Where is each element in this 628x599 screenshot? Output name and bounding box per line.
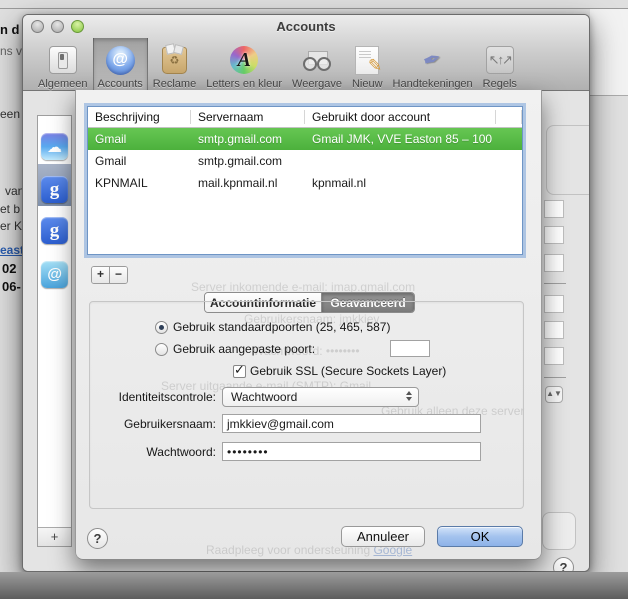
desktop-link-fragment[interactable]: east bbox=[0, 243, 24, 257]
auth-popup-value: Wachtwoord bbox=[231, 390, 298, 404]
custom-port-input[interactable] bbox=[390, 340, 430, 357]
column-header-gebruikt-door[interactable]: Gebruikt door account bbox=[305, 110, 496, 124]
sheet-help-button[interactable]: ? bbox=[87, 528, 108, 549]
desktop-text-fragment: ns v bbox=[0, 44, 23, 58]
toolbar-label: Weergave bbox=[292, 78, 342, 90]
background-field-fragment bbox=[544, 295, 564, 313]
table-header: Beschrijving Servernaam Gebruikt door ac… bbox=[88, 107, 522, 128]
background-groupbox-fragment bbox=[546, 125, 589, 195]
email-account-icon[interactable]: @ bbox=[41, 261, 68, 288]
accounts-sidebar: ☁ g g @ + bbox=[37, 115, 72, 547]
cell-beschrijving: Gmail bbox=[95, 154, 127, 168]
google-account-icon[interactable]: g bbox=[41, 217, 68, 244]
fonts-colors-icon: A bbox=[230, 44, 259, 76]
default-ports-label: Gebruik standaardpoorten (25, 465, 587) bbox=[173, 320, 391, 334]
desktop-text-fragment: 06- bbox=[2, 279, 21, 294]
switch-icon bbox=[48, 44, 77, 76]
password-label: Wachtwoord: bbox=[146, 445, 216, 459]
titlebar: Accounts Algemeen @ Accounts ♻ Reclame A… bbox=[23, 15, 589, 91]
add-account-button[interactable]: + bbox=[38, 527, 71, 546]
column-header-servernaam[interactable]: Servernaam bbox=[191, 110, 305, 124]
glasses-icon bbox=[302, 44, 332, 76]
tab-nieuw[interactable]: ✎ Nieuw bbox=[347, 38, 388, 91]
desktop-text-fragment: er K bbox=[0, 219, 23, 233]
desktop-bottom-strip bbox=[0, 572, 628, 599]
desktop-divider bbox=[0, 8, 628, 9]
password-input[interactable]: •••••••• bbox=[222, 442, 481, 461]
toolbar-label: Nieuw bbox=[351, 78, 383, 90]
desktop-text-fragment: n d bbox=[0, 22, 20, 37]
cancel-button[interactable]: Annuleer bbox=[341, 526, 425, 547]
window-title: Accounts bbox=[276, 19, 336, 34]
cell-servernaam: smtp.gmail.com bbox=[198, 132, 283, 146]
toolbar-label: Reclame bbox=[152, 78, 197, 90]
background-divider-fragment bbox=[544, 377, 566, 378]
at-sphere-icon: @ bbox=[105, 44, 135, 76]
background-field-fragment bbox=[544, 226, 564, 244]
table-row[interactable]: Gmail smtp.gmail.com Gmail JMK, VVE East… bbox=[88, 128, 522, 150]
desktop-text-fragment: een bbox=[0, 107, 21, 121]
custom-port-label: Gebruik aangepaste poort: bbox=[173, 342, 316, 356]
icloud-account-icon[interactable]: ☁ bbox=[41, 133, 68, 160]
background-field-fragment bbox=[544, 347, 564, 365]
ssl-checkbox[interactable] bbox=[233, 362, 246, 378]
cell-gebruikt-door: Gmail JMK, VVE Easton 85 – 100 bbox=[312, 132, 493, 146]
signature-pen-icon: ✒ bbox=[419, 44, 446, 75]
preferences-toolbar: Algemeen @ Accounts ♻ Reclame A Letters … bbox=[33, 38, 585, 91]
background-field-fragment bbox=[544, 254, 564, 272]
default-ports-radio[interactable] bbox=[155, 321, 168, 334]
screen: n d ns v een van et b er K east 02 06- A… bbox=[0, 0, 628, 599]
rules-arrows-icon: ↖↑↗ bbox=[485, 44, 514, 76]
cell-beschrijving: Gmail bbox=[95, 132, 127, 146]
google-account-icon[interactable]: g bbox=[41, 176, 68, 203]
tab-regels[interactable]: ↖↑↗ Regels bbox=[478, 38, 522, 91]
table-row[interactable]: Gmail smtp.gmail.com bbox=[88, 150, 522, 172]
background-window-body bbox=[590, 96, 628, 572]
background-inset-fragment bbox=[542, 512, 576, 550]
background-field-fragment bbox=[544, 321, 564, 339]
tab-accounts[interactable]: @ Accounts bbox=[92, 38, 148, 91]
tab-weergave[interactable]: Weergave bbox=[287, 38, 347, 91]
background-field-fragment bbox=[544, 200, 564, 218]
tab-handtekeningen[interactable]: ✒ Handtekeningen bbox=[388, 38, 478, 91]
background-divider-fragment bbox=[544, 283, 566, 284]
auth-popup-button[interactable]: Wachtwoord bbox=[222, 387, 419, 407]
ok-button[interactable]: OK bbox=[437, 526, 523, 547]
tab-algemeen[interactable]: Algemeen bbox=[33, 38, 93, 91]
tab-letters-en-kleur[interactable]: A Letters en kleur bbox=[201, 38, 287, 91]
smtp-server-table: Beschrijving Servernaam Gebruikt door ac… bbox=[87, 106, 523, 255]
cell-servernaam: smtp.gmail.com bbox=[198, 154, 283, 168]
custom-port-radio[interactable] bbox=[155, 343, 168, 356]
desktop-text-fragment: et b bbox=[0, 202, 21, 216]
add-server-button[interactable]: + bbox=[92, 267, 110, 283]
toolbar-label: Handtekeningen bbox=[392, 78, 473, 90]
cell-gebruikt-door: kpnmail.nl bbox=[312, 176, 367, 190]
table-row[interactable]: KPNMAIL mail.kpnmail.nl kpnmail.nl bbox=[88, 172, 522, 194]
compose-icon: ✎ bbox=[355, 44, 382, 76]
toolbar-label: Regels bbox=[482, 78, 517, 90]
column-header-beschrijving[interactable]: Beschrijving bbox=[88, 110, 191, 124]
smtp-server-sheet: Server inkomende e-mail: imap.gmail.com … bbox=[75, 90, 542, 560]
add-remove-server-control: + − bbox=[91, 266, 128, 284]
pane-help-button[interactable]: ? bbox=[553, 557, 574, 571]
auth-label: Identiteitscontrole: bbox=[118, 390, 216, 404]
username-input[interactable]: jmkkiev@gmail.com bbox=[222, 414, 481, 433]
desktop-text-fragment: 02 bbox=[2, 261, 17, 276]
ssl-label: Gebruik SSL (Secure Sockets Layer) bbox=[250, 364, 447, 378]
popup-stepper-icon bbox=[406, 391, 412, 401]
column-header-spacer bbox=[496, 110, 522, 124]
tab-reclame[interactable]: ♻ Reclame bbox=[148, 38, 201, 91]
background-stepper-fragment: ▲▼ bbox=[545, 386, 563, 403]
username-label: Gebruikersnaam: bbox=[123, 417, 216, 431]
cell-servernaam: mail.kpnmail.nl bbox=[198, 176, 278, 190]
toolbar-label: Algemeen bbox=[38, 78, 88, 90]
remove-server-button[interactable]: − bbox=[110, 267, 127, 283]
toolbar-label: Letters en kleur bbox=[206, 78, 283, 90]
junk-bag-icon: ♻ bbox=[162, 44, 187, 76]
cell-beschrijving: KPNMAIL bbox=[95, 176, 148, 190]
toolbar-label: Accounts bbox=[97, 78, 143, 90]
